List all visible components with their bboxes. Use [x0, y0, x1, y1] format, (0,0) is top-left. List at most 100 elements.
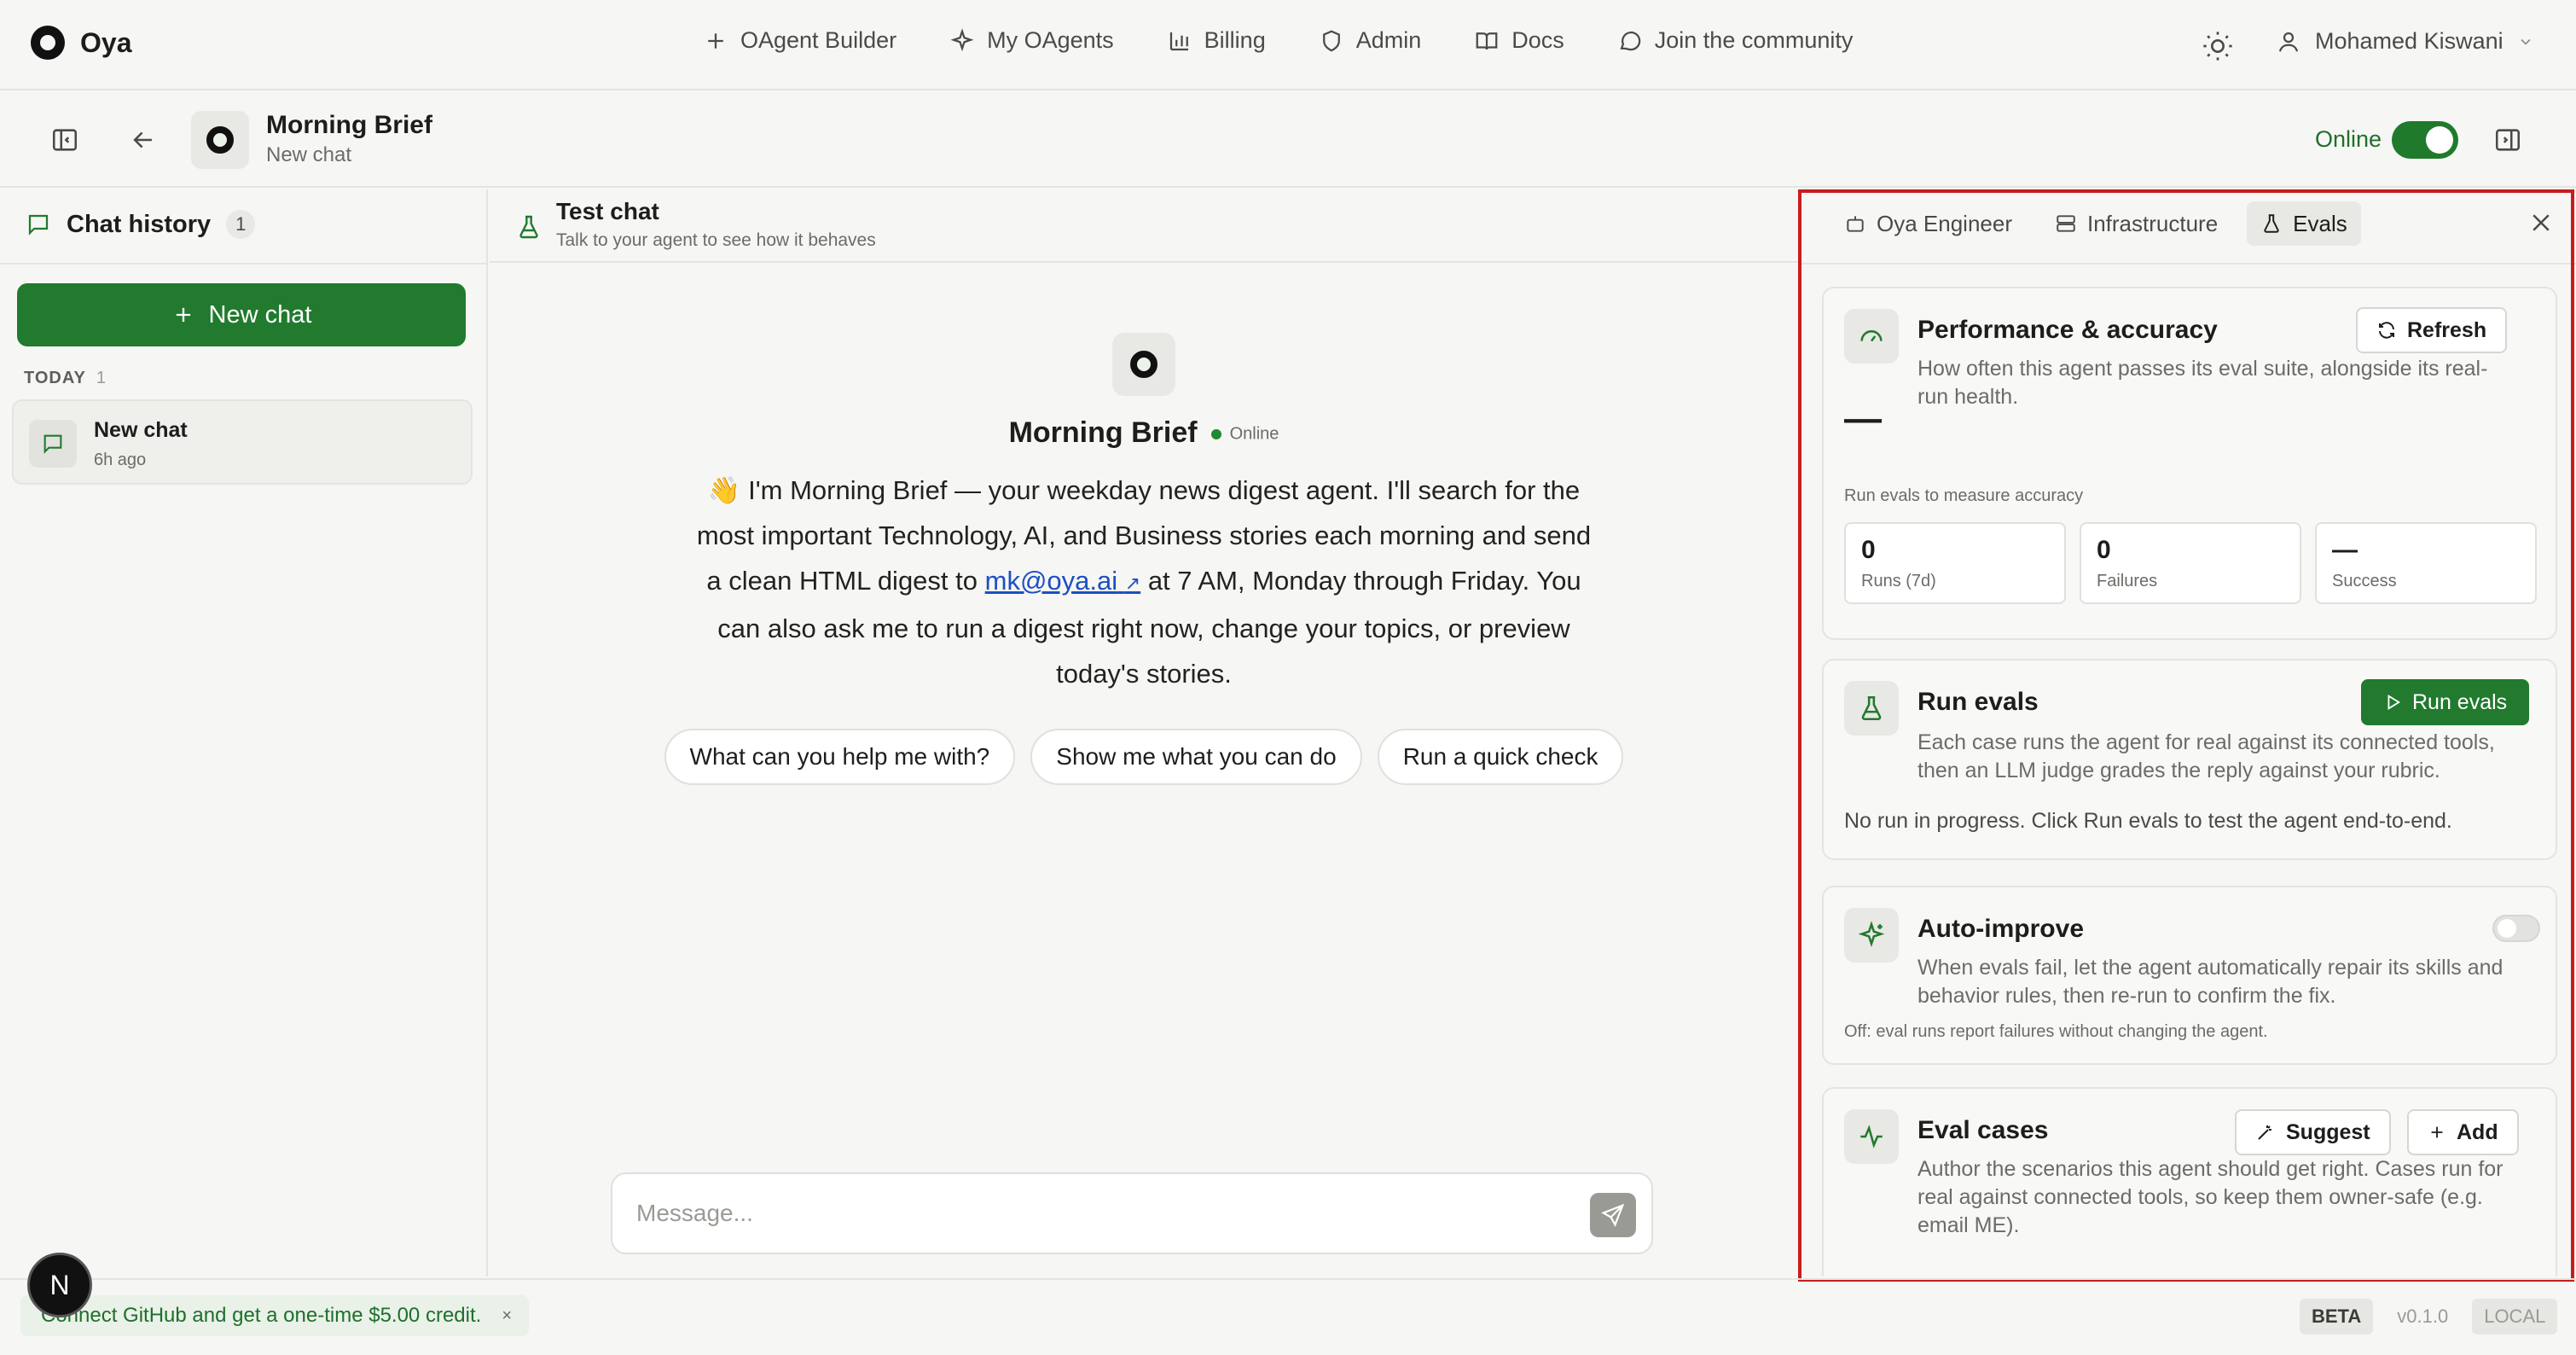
version-tags: BETA v0.1.0 LOCAL — [2300, 1299, 2558, 1335]
toggle-sidebar-button[interactable] — [48, 123, 82, 157]
play-icon — [2387, 695, 2401, 710]
plus-icon — [176, 307, 190, 323]
agent-avatar — [191, 111, 249, 169]
tab-infrastructure[interactable]: Infrastructure — [2041, 201, 2231, 246]
stat-runs: 0 Runs (7d) — [1844, 522, 2066, 604]
new-chat-button[interactable]: New chat — [17, 283, 466, 346]
performance-title: Performance & accuracy — [1917, 316, 2218, 344]
app-logo[interactable]: Oya — [31, 26, 131, 60]
beta-tag: BETA — [2300, 1299, 2374, 1335]
divider — [1800, 263, 2576, 265]
user-menu[interactable]: Mohamed Kiswani — [2276, 28, 2534, 55]
auto-improve-toggle[interactable] — [2492, 915, 2540, 942]
agent-intro-name: Morning Brief — [1008, 416, 1198, 449]
nav-label: Join the community — [1654, 27, 1854, 53]
nav-join-community[interactable]: Join the community — [1617, 27, 1854, 54]
user-icon — [2278, 32, 2299, 52]
version-tag: v0.1.0 — [2397, 1306, 2449, 1327]
email-link[interactable]: mk@oya.ai ↗ — [985, 566, 1141, 596]
environment-tag: LOCAL — [2472, 1299, 2558, 1335]
stat-value: 0 — [2097, 536, 2111, 564]
external-link-icon: ↗ — [1124, 573, 1141, 594]
performance-card: Performance & accuracy Refresh How often… — [1822, 287, 2557, 640]
main-nav: OAgent Builder My OAgents Billing Admin … — [703, 27, 1853, 54]
activity-icon — [1844, 1109, 1899, 1164]
suggestion-chip[interactable]: Run a quick check — [1377, 729, 1624, 785]
tab-label: Infrastructure — [2086, 210, 2219, 236]
close-icon[interactable] — [2528, 210, 2554, 236]
nav-label: Docs — [1511, 27, 1564, 53]
refresh-button[interactable]: Refresh — [2356, 307, 2508, 353]
nav-billing[interactable]: Billing — [1167, 27, 1266, 54]
back-button[interactable] — [126, 123, 160, 157]
test-chat-area: Test chat Talk to your agent to see how … — [490, 189, 1798, 1276]
nav-admin[interactable]: Admin — [1319, 27, 1421, 54]
stat-value: 0 — [1861, 536, 1876, 564]
run-evals-title: Run evals — [1917, 688, 2039, 716]
message-input[interactable]: Message... — [636, 1200, 753, 1227]
footer-bar: Connect GitHub and get a one-time $5.00 … — [0, 1278, 2576, 1355]
stat-value: — — [2332, 536, 2358, 564]
sun-icon[interactable] — [2201, 29, 2235, 63]
stat-label: Failures — [2097, 572, 2158, 590]
bar-chart-icon — [1169, 32, 1188, 50]
server-icon — [2057, 215, 2075, 232]
suggestion-chip[interactable]: What can you help me with? — [664, 729, 1016, 785]
run-evals-button[interactable]: Run evals — [2361, 679, 2530, 725]
app-name: Oya — [80, 26, 132, 58]
refresh-icon — [2379, 322, 2394, 339]
promo-close-button[interactable]: × — [502, 1306, 512, 1326]
suggestion-chip[interactable]: Show me what you can do — [1030, 729, 1362, 785]
agent-intro-status: Online — [1229, 424, 1279, 444]
stat-failures: 0 Failures — [2080, 522, 2301, 604]
nav-my-oagents[interactable]: My OAgents — [949, 27, 1114, 54]
sparkle-icon — [950, 27, 974, 51]
promo-banner[interactable]: Connect GitHub and get a one-time $5.00 … — [20, 1295, 529, 1336]
run-evals-label: Run evals — [2412, 689, 2508, 714]
tab-evals[interactable]: Evals — [2247, 201, 2361, 246]
agent-logo-icon — [206, 126, 234, 154]
user-name: Mohamed Kiswani — [2315, 28, 2503, 54]
auto-improve-note: Off: eval runs report failures without c… — [1844, 1022, 2268, 1041]
magic-wand-icon — [2258, 1125, 2271, 1140]
tab-label: Oya Engineer — [1877, 210, 2012, 236]
panel-tabs: Oya Engineer Infrastructure Evals — [1830, 201, 2361, 246]
online-toggle[interactable] — [2392, 121, 2458, 159]
chat-time: 6h ago — [94, 451, 147, 469]
add-case-button[interactable]: Add — [2407, 1109, 2519, 1155]
refresh-label: Refresh — [2407, 317, 2487, 342]
nav-label: OAgent Builder — [740, 27, 897, 53]
email-link-text: mk@oya.ai — [984, 566, 1118, 596]
agent-intro-header: Morning Brief Online — [490, 416, 1798, 450]
chat-history-title: Chat history — [67, 210, 212, 238]
nav-label: Billing — [1204, 27, 1266, 53]
stat-success: — Success — [2315, 522, 2537, 604]
group-label-today: TODAY 1 — [24, 369, 107, 388]
toggle-right-panel-button[interactable] — [2491, 123, 2525, 157]
eval-cases-title: Eval cases — [1917, 1116, 2049, 1144]
message-composer[interactable]: Message... — [611, 1172, 1653, 1254]
suggest-label: Suggest — [2286, 1119, 2370, 1144]
auto-improve-description: When evals fail, let the agent automatic… — [1917, 956, 2503, 1008]
nav-oagent-builder[interactable]: OAgent Builder — [703, 27, 896, 54]
agent-header: Morning Brief New chat Online — [0, 92, 2576, 188]
flask-icon — [1844, 681, 1899, 736]
group-count: 1 — [96, 369, 107, 387]
suggest-button[interactable]: Suggest — [2235, 1109, 2391, 1155]
oya-logo-icon — [31, 26, 65, 60]
nav-docs[interactable]: Docs — [1474, 27, 1564, 54]
shield-icon — [1322, 30, 1340, 52]
arrow-left-icon — [133, 131, 152, 148]
send-icon — [1601, 1203, 1625, 1227]
chat-list-item[interactable]: New chat 6h ago — [12, 399, 473, 485]
tab-oya-engineer[interactable]: Oya Engineer — [1830, 201, 2026, 246]
plus-icon — [708, 32, 723, 49]
dev-tools-badge[interactable]: N — [27, 1253, 92, 1317]
send-button[interactable] — [1590, 1193, 1636, 1237]
chat-bubble-icon — [1620, 31, 1640, 50]
chat-history-header: Chat history 1 — [26, 210, 256, 239]
test-chat-title: Test chat — [556, 198, 659, 224]
robot-icon — [1847, 216, 1864, 232]
sidebar-left-icon — [52, 129, 78, 151]
eval-cases-card: Eval cases Suggest Add Author the scenar… — [1822, 1087, 2557, 1276]
